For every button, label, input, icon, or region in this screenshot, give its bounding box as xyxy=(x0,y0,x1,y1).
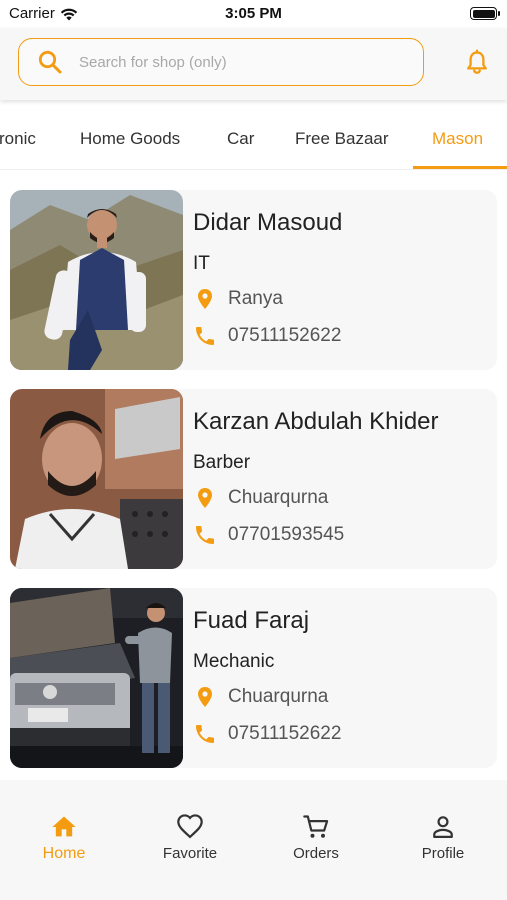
location-text: Chuarqurna xyxy=(228,686,329,707)
shop-profession: Barber xyxy=(193,452,251,473)
shop-phone[interactable]: 07701593545 xyxy=(193,522,344,548)
shop-name: Fuad Faraj xyxy=(193,607,310,634)
shop-phone[interactable]: 07511152622 xyxy=(193,323,341,349)
bottom-navigation: Home Favorite Orders Profile xyxy=(0,780,507,900)
shop-photo xyxy=(10,588,183,768)
shop-photo xyxy=(10,389,183,569)
shop-location: Chuarqurna xyxy=(193,684,328,710)
nav-home-label: Home xyxy=(42,845,86,862)
shop-phone[interactable]: 07511152622 xyxy=(193,721,341,747)
location-pin-icon xyxy=(198,289,212,309)
top-header xyxy=(0,28,507,100)
shop-profession: IT xyxy=(193,253,210,274)
phone-icon xyxy=(196,526,214,544)
tab-car[interactable]: Car xyxy=(227,110,254,170)
phone-text: 07511152622 xyxy=(228,723,342,744)
location-pin-icon xyxy=(198,488,212,508)
shop-name: Didar Masoud xyxy=(193,209,343,236)
phone-icon xyxy=(196,327,214,345)
shop-card[interactable]: Didar Masoud IT Ranya 07511152622 xyxy=(10,190,497,370)
location-pin-icon xyxy=(198,687,212,707)
shop-card[interactable]: Karzan Abdulah Khider Barber Chuarqurna … xyxy=(10,389,497,569)
location-text: Chuarqurna xyxy=(228,487,329,508)
location-text: Ranya xyxy=(228,288,283,309)
tab-mason[interactable]: Mason xyxy=(432,110,483,170)
tab-electronic[interactable]: ronic xyxy=(0,110,36,170)
tab-free-bazaar[interactable]: Free Bazaar xyxy=(295,110,389,170)
nav-favorite-label: Favorite xyxy=(162,845,218,862)
nav-orders-label: Orders xyxy=(293,845,339,862)
nav-orders[interactable]: Orders xyxy=(266,813,366,862)
shop-name: Karzan Abdulah Khider xyxy=(193,408,439,435)
shop-location: Ranya xyxy=(193,286,283,312)
phone-text: 07701593545 xyxy=(228,524,345,545)
shop-photo xyxy=(10,190,183,370)
nav-profile-label: Profile xyxy=(421,845,465,862)
category-tabs: ronic Home Goods Car Free Bazaar Mason xyxy=(0,110,507,170)
search-icon[interactable] xyxy=(37,49,63,75)
tab-home-goods[interactable]: Home Goods xyxy=(80,110,180,170)
search-input[interactable] xyxy=(79,53,379,71)
cart-icon xyxy=(303,815,329,838)
search-bar[interactable] xyxy=(18,38,424,86)
active-tab-indicator xyxy=(413,166,507,169)
home-icon xyxy=(52,816,76,837)
battery-icon xyxy=(470,7,500,20)
shop-card[interactable]: Fuad Faraj Mechanic Chuarqurna 075111526… xyxy=(10,588,497,768)
phone-icon xyxy=(196,725,214,743)
status-time: 3:05 PM xyxy=(225,5,282,22)
nav-favorite[interactable]: Favorite xyxy=(140,813,240,862)
person-icon xyxy=(433,816,453,839)
phone-text: 07511152622 xyxy=(228,325,342,346)
shop-profession: Mechanic xyxy=(193,651,275,672)
shop-list: Didar Masoud IT Ranya 07511152622 Karzan… xyxy=(0,170,507,780)
shop-location: Chuarqurna xyxy=(193,485,328,511)
status-bar: Carrier 3:05 PM xyxy=(0,0,507,28)
notification-bell-icon[interactable] xyxy=(463,48,491,76)
nav-profile[interactable]: Profile xyxy=(393,813,493,862)
heart-icon xyxy=(177,814,203,839)
nav-home[interactable]: Home xyxy=(14,813,114,863)
